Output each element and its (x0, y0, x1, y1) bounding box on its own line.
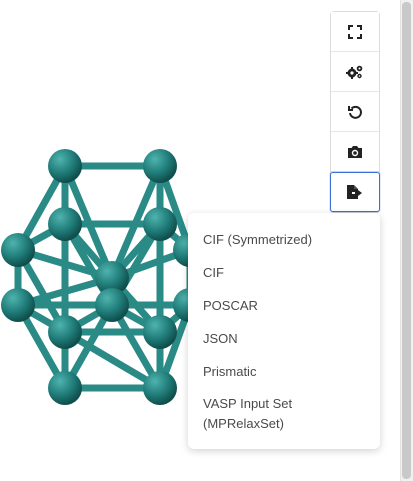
atom (143, 315, 177, 349)
atom (48, 371, 82, 405)
atom (143, 371, 177, 405)
atom (48, 207, 82, 241)
settings-button[interactable] (331, 52, 379, 92)
menu-item-poscar[interactable]: POSCAR (188, 289, 380, 322)
viewer-toolbar (330, 11, 380, 213)
crystal-structure[interactable] (0, 140, 200, 410)
atom (48, 315, 82, 349)
atom (95, 288, 129, 322)
menu-item-vasp-input-set[interactable]: VASP Input Set (MPRelaxSet) (188, 388, 380, 434)
undo-icon (348, 105, 362, 119)
reset-view-button[interactable] (331, 92, 379, 132)
menu-item-label-line2: (MPRelaxSet) (203, 416, 284, 431)
menu-item-cif[interactable]: CIF (188, 256, 380, 289)
menu-item-label-line1: VASP Input Set (203, 396, 293, 411)
atom (1, 288, 35, 322)
expand-icon (348, 24, 362, 39)
export-button[interactable] (330, 172, 380, 212)
atom (48, 149, 82, 183)
camera-icon (348, 145, 362, 158)
menu-item-cif-symmetrized[interactable]: CIF (Symmetrized) (188, 223, 380, 256)
export-menu: CIF (Symmetrized) CIF POSCAR JSON Prisma… (188, 213, 380, 449)
menu-item-prismatic[interactable]: Prismatic (188, 355, 380, 388)
atom (143, 149, 177, 183)
scrollbar-thumb[interactable] (402, 2, 411, 479)
file-export-icon (347, 185, 362, 199)
screenshot-button[interactable] (331, 132, 379, 172)
atom (1, 233, 35, 267)
menu-item-json[interactable]: JSON (188, 322, 380, 355)
gears-icon (346, 65, 363, 79)
atom (143, 207, 177, 241)
fullscreen-button[interactable] (331, 12, 379, 52)
